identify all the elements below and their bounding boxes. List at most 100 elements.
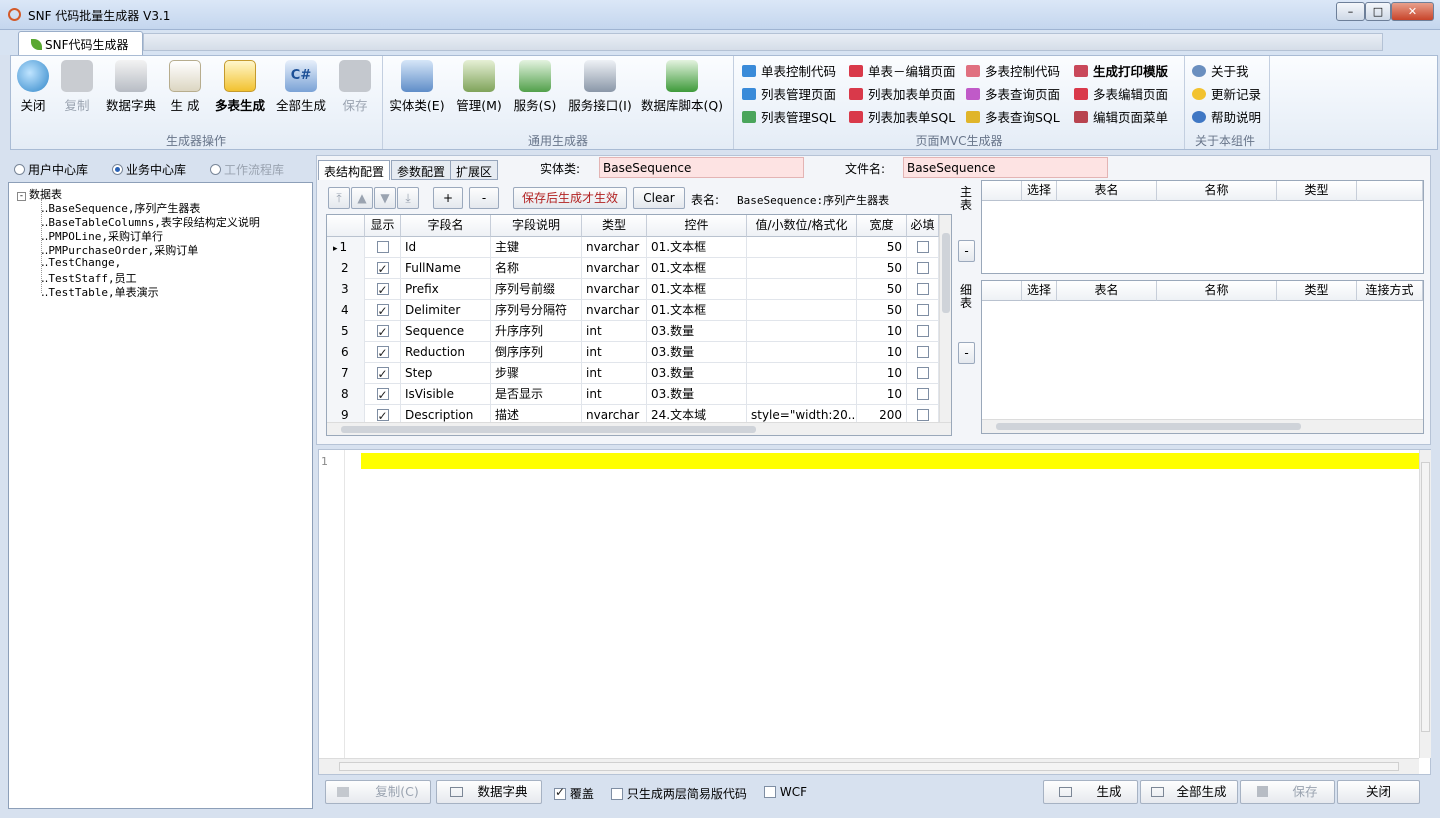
- cell-type[interactable]: int: [582, 384, 647, 405]
- two-layer-checkbox[interactable]: 只生成两层简易版代码: [611, 785, 747, 802]
- required-checkbox[interactable]: [907, 258, 939, 279]
- tab-table-structure[interactable]: 表结构配置: [318, 160, 391, 180]
- collapse-icon[interactable]: -: [17, 192, 26, 201]
- show-checkbox[interactable]: [365, 342, 401, 363]
- required-checkbox[interactable]: [907, 321, 939, 342]
- cell-name[interactable]: Reduction: [401, 342, 491, 363]
- db-radio-business-center[interactable]: 业务中心库: [112, 161, 186, 178]
- editor-horizontal-scrollbar[interactable]: [319, 758, 1419, 774]
- show-checkbox[interactable]: [365, 363, 401, 384]
- table-row[interactable]: ▸ 1 Id 主键 nvarchar 01.文本框 50: [327, 237, 939, 258]
- db-script-button[interactable]: 数据库脚本(Q): [639, 60, 725, 120]
- multi-table-controller-item[interactable]: 多表控制代码: [966, 61, 1060, 81]
- table-row[interactable]: 6 Reduction倒序序列int03.数量 10: [327, 342, 939, 363]
- tab-extension[interactable]: 扩展区: [450, 160, 499, 180]
- generate-all-button[interactable]: C# 全部生成: [275, 60, 327, 120]
- cell-desc[interactable]: 主键: [491, 237, 582, 258]
- cell-name[interactable]: Prefix: [401, 279, 491, 300]
- show-checkbox[interactable]: [365, 237, 401, 258]
- move-top-button[interactable]: ⤒: [328, 187, 350, 209]
- service-button[interactable]: 服务(S): [511, 60, 559, 120]
- generate-all-bottom-button[interactable]: 全部生成: [1140, 780, 1238, 804]
- scroll-thumb[interactable]: [1421, 462, 1430, 732]
- add-row-button[interactable]: +: [433, 187, 463, 209]
- required-checkbox[interactable]: [907, 237, 939, 258]
- cell-fmt[interactable]: [747, 321, 857, 342]
- single-table-edit-page-item[interactable]: 单表－编辑页面: [849, 61, 956, 81]
- generate-bottom-button[interactable]: 生成: [1043, 780, 1138, 804]
- cell-fmt[interactable]: [747, 237, 857, 258]
- multi-table-edit-page-item[interactable]: 多表编辑页面: [1074, 84, 1168, 104]
- cell-width[interactable]: 200: [857, 405, 907, 423]
- main-table-remove-button[interactable]: -: [958, 240, 975, 262]
- copy-button[interactable]: 复制(C): [325, 780, 431, 804]
- cell-desc[interactable]: 升序序列: [491, 321, 582, 342]
- required-checkbox[interactable]: [907, 279, 939, 300]
- move-down-button[interactable]: ▼: [374, 187, 396, 209]
- table-row[interactable]: 7 Step步骤int03.数量 10: [327, 363, 939, 384]
- cell-type[interactable]: int: [582, 363, 647, 384]
- data-dictionary-bottom-button[interactable]: 数据字典: [436, 780, 542, 804]
- cell-type[interactable]: nvarchar: [582, 279, 647, 300]
- entity-class-field[interactable]: BaseSequence: [599, 157, 804, 178]
- scroll-thumb[interactable]: [996, 423, 1301, 430]
- cell-ctrl[interactable]: 03.数量: [647, 321, 747, 342]
- cell-fmt[interactable]: [747, 384, 857, 405]
- list-plus-form-page-item[interactable]: 列表加表单页面: [849, 84, 956, 104]
- cell-name[interactable]: IsVisible: [401, 384, 491, 405]
- cell-fmt[interactable]: [747, 363, 857, 384]
- required-checkbox[interactable]: [907, 384, 939, 405]
- cell-name[interactable]: Delimiter: [401, 300, 491, 321]
- required-checkbox[interactable]: [907, 300, 939, 321]
- cell-type[interactable]: nvarchar: [582, 258, 647, 279]
- list-manage-page-item[interactable]: 列表管理页面: [742, 84, 836, 104]
- cell-type[interactable]: nvarchar: [582, 237, 647, 258]
- cell-width[interactable]: 10: [857, 384, 907, 405]
- file-name-field[interactable]: BaseSequence: [903, 157, 1108, 178]
- show-checkbox[interactable]: [365, 321, 401, 342]
- table-row[interactable]: 4 Delimiter序列号分隔符nvarchar01.文本框 50: [327, 300, 939, 321]
- edit-page-menu-item[interactable]: 编辑页面菜单: [1074, 107, 1168, 127]
- cell-width[interactable]: 50: [857, 237, 907, 258]
- cell-ctrl[interactable]: 01.文本框: [647, 258, 747, 279]
- grid-vertical-scrollbar[interactable]: [939, 215, 951, 422]
- cell-ctrl[interactable]: 03.数量: [647, 363, 747, 384]
- show-checkbox[interactable]: [365, 384, 401, 405]
- cell-ctrl[interactable]: 01.文本框: [647, 279, 747, 300]
- db-radio-user-center[interactable]: 用户中心库: [14, 161, 88, 178]
- scroll-thumb[interactable]: [339, 762, 1399, 771]
- show-checkbox[interactable]: [365, 405, 401, 423]
- minimize-button[interactable]: –: [1336, 2, 1365, 21]
- generate-button[interactable]: 生 成: [165, 60, 205, 120]
- table-row[interactable]: 8 IsVisible是否显示int03.数量 10: [327, 384, 939, 405]
- cell-ctrl[interactable]: 03.数量: [647, 342, 747, 363]
- save-note-button[interactable]: 保存后生成才生效: [513, 187, 627, 209]
- detail-table-remove-button[interactable]: -: [958, 342, 975, 364]
- move-bottom-button[interactable]: ⤓: [397, 187, 419, 209]
- scroll-thumb[interactable]: [942, 233, 950, 313]
- cell-type[interactable]: int: [582, 342, 647, 363]
- cell-type[interactable]: int: [582, 321, 647, 342]
- cell-width[interactable]: 10: [857, 363, 907, 384]
- close-ribbon-button[interactable]: 关闭: [15, 60, 51, 120]
- code-editor[interactable]: 1: [318, 449, 1431, 775]
- cell-name[interactable]: Step: [401, 363, 491, 384]
- management-button[interactable]: 管理(M): [453, 60, 505, 120]
- show-checkbox[interactable]: [365, 300, 401, 321]
- tab-snf-generator[interactable]: SNF代码生成器: [18, 31, 143, 56]
- multi-table-query-sql-item[interactable]: 多表查询SQL: [966, 107, 1060, 127]
- table-row[interactable]: 5 Sequence升序序列int03.数量 10: [327, 321, 939, 342]
- remove-row-button[interactable]: -: [469, 187, 499, 209]
- cell-desc[interactable]: 序列号分隔符: [491, 300, 582, 321]
- maximize-button[interactable]: □: [1365, 2, 1391, 21]
- cell-type[interactable]: nvarchar: [582, 300, 647, 321]
- list-manage-sql-item[interactable]: 列表管理SQL: [742, 107, 836, 127]
- required-checkbox[interactable]: [907, 342, 939, 363]
- cell-width[interactable]: 50: [857, 279, 907, 300]
- service-interface-button[interactable]: 服务接口(I): [563, 60, 637, 120]
- cell-desc[interactable]: 序列号前缀: [491, 279, 582, 300]
- single-table-controller-item[interactable]: 单表控制代码: [742, 61, 836, 81]
- multi-table-query-page-item[interactable]: 多表查询页面: [966, 84, 1060, 104]
- multi-table-generate-button[interactable]: 多表生成: [211, 60, 269, 120]
- show-checkbox[interactable]: [365, 279, 401, 300]
